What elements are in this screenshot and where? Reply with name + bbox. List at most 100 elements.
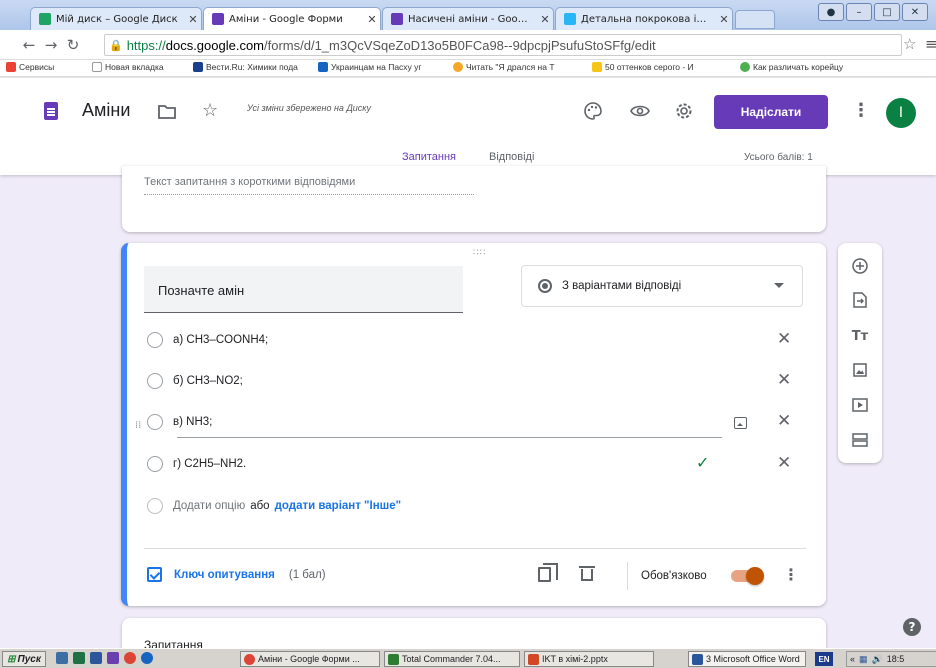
site-icon	[592, 62, 602, 72]
total-commander-icon	[388, 653, 399, 665]
excel-icon[interactable]	[73, 652, 85, 664]
question-card-active[interactable]: ∷∷ Позначте амін З варіантами відповіді …	[121, 243, 826, 606]
address-bar[interactable]: 🔒 https://docs.google.com/forms/d/1_m3Qc…	[104, 34, 902, 56]
maximize-icon[interactable]: □	[874, 3, 900, 21]
word-icon[interactable]	[90, 652, 102, 664]
chrome-icon	[244, 653, 255, 665]
option-label[interactable]: в) NH3;	[173, 416, 212, 428]
bookmark-item[interactable]: Читать "Я дрался на Т	[453, 62, 555, 72]
add-image-icon[interactable]	[734, 417, 747, 429]
drag-handle-icon[interactable]: ∷∷	[473, 248, 486, 258]
option-label[interactable]: б) CH3–NO2;	[173, 375, 243, 387]
drive-icon	[39, 13, 51, 25]
bookmark-item[interactable]: Сервисы	[6, 62, 54, 72]
radio-icon	[147, 332, 163, 348]
option-drag-handle-icon[interactable]: ⁞⁞	[135, 420, 141, 431]
add-other-button[interactable]: додати варіант "Інше"	[275, 500, 402, 512]
tray-expand-icon[interactable]: «	[850, 654, 855, 664]
send-button[interactable]: Надіслати	[714, 95, 828, 129]
bookmark-item[interactable]: Как различать корейцу	[740, 62, 843, 72]
close-tab-icon[interactable]: ✕	[185, 13, 201, 26]
remove-option-icon[interactable]: ✕	[777, 411, 791, 431]
folder-icon[interactable]	[158, 105, 176, 119]
option-label[interactable]: г) C2H5–NH2.	[173, 458, 246, 470]
clock: 18:5	[886, 654, 905, 664]
profile-icon[interactable]: ●	[818, 3, 844, 21]
browser-tab-drive[interactable]: Мій диск – Google Диск ✕	[30, 7, 202, 30]
close-tab-icon[interactable]: ✕	[537, 13, 553, 26]
required-toggle[interactable]	[731, 567, 764, 585]
reload-icon[interactable]: ↻	[62, 36, 84, 54]
answer-key-button[interactable]: Ключ опитування (1 бал)	[147, 567, 326, 582]
preview-eye-icon[interactable]	[630, 105, 650, 117]
close-tab-icon[interactable]: ✕	[364, 13, 380, 26]
volume-icon[interactable]: 🔊	[872, 654, 883, 665]
remove-option-icon[interactable]: ✕	[777, 453, 791, 473]
form-title[interactable]: Аміни	[82, 100, 130, 121]
forms-logo-icon[interactable]	[44, 102, 58, 120]
language-indicator[interactable]: EN	[815, 652, 833, 666]
back-icon[interactable]: ←	[18, 36, 40, 54]
question-card-short-answer[interactable]: Текст запитання з короткими відповідями	[122, 166, 826, 232]
bookmark-item[interactable]: 50 оттенков серого - И	[592, 62, 694, 72]
add-video-icon[interactable]	[849, 394, 871, 416]
browser-tab-forms-active[interactable]: Аміни - Google Форми ✕	[203, 7, 381, 30]
radio-icon	[147, 414, 163, 430]
browser-tab-forms-2[interactable]: Насичені аміни - Google Фор ✕	[382, 7, 554, 30]
taskbar-item[interactable]: Аміни - Google Форми ...	[240, 651, 380, 667]
browser-menu-icon[interactable]: ≡	[925, 35, 936, 53]
window-controls: ● – □ ✕	[818, 3, 928, 21]
avatar[interactable]: I	[886, 98, 916, 128]
browser-tab-instructions[interactable]: Детальна покрокова інстр ✕	[555, 7, 733, 30]
remove-option-icon[interactable]: ✕	[777, 370, 791, 390]
question-type-dropdown[interactable]: З варіантами відповіді	[521, 265, 803, 307]
answer-key-icon	[147, 567, 162, 582]
site-icon	[453, 62, 463, 72]
palette-icon[interactable]	[584, 102, 602, 120]
new-tab-button[interactable]	[735, 10, 775, 29]
show-desktop-icon[interactable]	[56, 652, 68, 664]
question-title-input[interactable]: Позначте амін	[144, 266, 463, 313]
help-icon[interactable]: ?	[903, 618, 921, 636]
start-button[interactable]: ⊞ Пуск	[2, 651, 46, 667]
option-row[interactable]: в) NH3;	[147, 411, 747, 433]
add-title-icon[interactable]: Tт	[849, 325, 871, 347]
chrome-icon[interactable]	[124, 652, 136, 664]
settings-gear-icon[interactable]	[675, 102, 693, 120]
option-row[interactable]: б) CH3–NO2;	[147, 370, 747, 392]
more-vert-icon[interactable]: ⋮	[852, 100, 870, 121]
remove-option-icon[interactable]: ✕	[777, 329, 791, 349]
bookmark-item[interactable]: Украинцам на Пасху уг	[318, 62, 422, 72]
import-questions-icon[interactable]	[849, 289, 871, 311]
bookmark-item[interactable]: Новая вкладка	[92, 62, 164, 72]
taskbar-item[interactable]: IKT в хімі-2.pptx	[524, 651, 654, 667]
floating-toolbar: Tт	[838, 243, 882, 463]
forward-icon[interactable]: →	[40, 36, 62, 54]
option-label[interactable]: а) CH3–COONH4;	[173, 334, 268, 346]
option-row[interactable]: а) CH3–COONH4;	[147, 329, 747, 351]
site-icon	[318, 62, 328, 72]
tab-questions[interactable]: Запитання	[402, 151, 456, 163]
taskbar-item[interactable]: 3 Microsoft Office Word	[688, 651, 806, 667]
browser-icon[interactable]	[141, 652, 153, 664]
browser-toolbar: ← → ↻ 🔒 https://docs.google.com/forms/d/…	[0, 30, 936, 60]
save-icon[interactable]	[107, 652, 119, 664]
delete-icon[interactable]	[579, 566, 595, 581]
network-icon[interactable]: ▦	[859, 654, 868, 665]
star-icon[interactable]: ☆	[202, 100, 218, 121]
more-vert-icon[interactable]: ⋮	[783, 565, 799, 584]
close-tab-icon[interactable]: ✕	[716, 13, 732, 26]
tab-answers[interactable]: Відповіді	[489, 151, 534, 163]
add-section-icon[interactable]	[849, 429, 871, 451]
minimize-icon[interactable]: –	[846, 3, 872, 21]
add-image-icon[interactable]	[849, 359, 871, 381]
add-option-button[interactable]: Додати опцію	[173, 500, 245, 512]
forms-header: Аміни ☆ Усі зміни збережено на Диску Над…	[0, 78, 936, 175]
taskbar-item[interactable]: Total Commander 7.04...	[384, 651, 520, 667]
close-window-icon[interactable]: ✕	[902, 3, 928, 21]
duplicate-icon[interactable]	[538, 563, 558, 582]
option-row[interactable]: г) C2H5–NH2.	[147, 453, 747, 475]
bookmark-star-icon[interactable]: ☆	[903, 35, 916, 53]
add-question-icon[interactable]	[849, 255, 871, 277]
bookmark-item[interactable]: Вести.Ru: Химики пода	[193, 62, 298, 72]
